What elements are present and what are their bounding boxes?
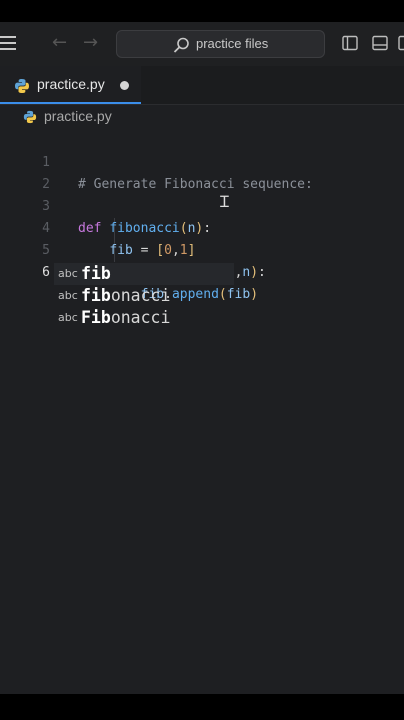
line-number: 6	[42, 265, 50, 280]
code-line: 1 # Generate Fibonacci sequence:	[0, 130, 404, 192]
suggestion-rest: onacci	[110, 286, 171, 305]
code-line: 6 fib.append(fib)	[0, 240, 404, 302]
suggestion-item[interactable]: abc Fibonacci	[54, 307, 234, 329]
screen-frame: ← → practice files practice.py practice.…	[0, 0, 404, 720]
suggestion-match: fib	[81, 286, 111, 305]
code-line: 3 def fibonacci(n):	[0, 174, 404, 236]
text-suggestion-icon: abc	[58, 289, 78, 302]
bottom-bar	[0, 694, 404, 720]
code-line: 4 fib = [0,1]	[0, 196, 404, 258]
code-line: 5 for i in range(2,n):	[0, 218, 404, 280]
suggestion-match: fib	[81, 264, 111, 283]
text-suggestion-icon: abc	[58, 267, 78, 280]
suggestion-item[interactable]: abc fib	[54, 263, 234, 285]
editor-window: ← → practice files practice.py practice.…	[0, 22, 404, 694]
suggestion-match: Fib	[81, 308, 111, 327]
text-suggestion-icon: abc	[58, 311, 78, 324]
suggestion-item[interactable]: abc fibonacci	[54, 285, 234, 307]
text-cursor-icon: Ɪ	[220, 192, 229, 211]
suggestion-widget: abc fib abc fibonacci abc Fibonacci	[54, 263, 234, 329]
suggestion-rest: onacci	[110, 308, 171, 327]
code-line: 2	[0, 152, 404, 192]
